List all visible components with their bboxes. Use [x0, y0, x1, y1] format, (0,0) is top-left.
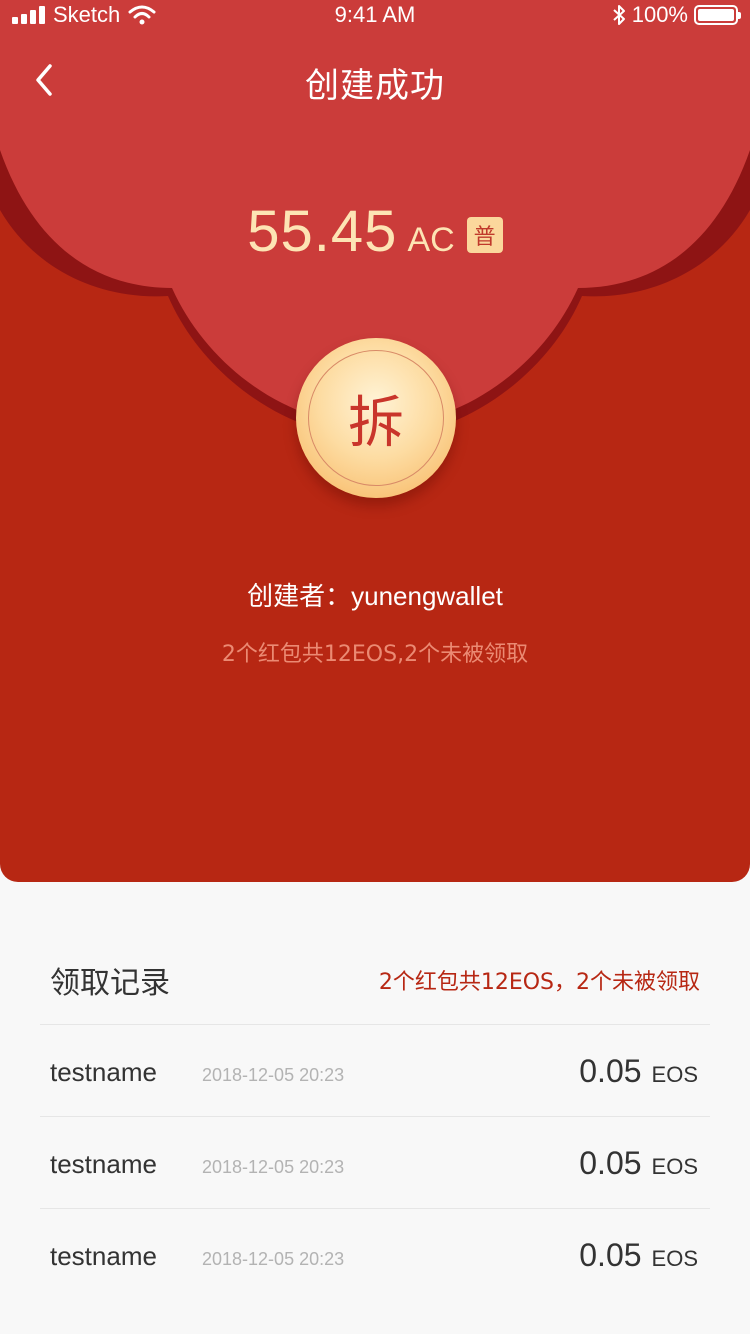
open-envelope-label: 拆 [308, 350, 444, 486]
record-amount-unit: EOS [651, 1246, 698, 1271]
record-time: 2018-12-05 20:23 [202, 1249, 345, 1269]
records-header: 领取记录 2个红包共12EOS，2个未被领取 [40, 882, 710, 1025]
record-amount: 0.05 EOS [579, 1053, 698, 1090]
envelope-summary: 2个红包共12EOS,2个未被领取 [221, 642, 529, 667]
open-envelope-button[interactable]: 拆 [296, 338, 456, 498]
status-bar-right: 100% [612, 2, 741, 28]
record-amount: 0.05 EOS [579, 1237, 698, 1274]
status-bar: Sketch 9:41 AM 100% [0, 0, 750, 32]
records-title: 领取记录 [50, 966, 170, 1001]
list-item: testname 2018-12-05 20:23 0.05 EOS [40, 1209, 710, 1300]
record-name: testname [50, 1241, 157, 1271]
envelope-amount: 55.45 AC 普 [0, 198, 750, 265]
amount-unit: AC [407, 221, 455, 259]
creator-label: 创建者： [247, 582, 352, 612]
creator-name: yunengwallet [351, 581, 503, 611]
record-name: testname [50, 1057, 157, 1087]
page-title: 创建成功 [305, 66, 445, 106]
list-item: testname 2018-12-05 20:23 0.05 EOS [40, 1117, 710, 1209]
record-amount-unit: EOS [651, 1062, 698, 1087]
records-summary: 2个红包共12EOS，2个未被领取 [378, 970, 700, 995]
envelope-type-badge: 普 [466, 216, 503, 253]
battery-icon [694, 5, 741, 25]
record-time: 2018-12-05 20:23 [202, 1065, 345, 1085]
record-amount: 0.05 EOS [579, 1145, 698, 1182]
record-name: testname [50, 1149, 157, 1179]
creator-info: 创建者：yunengwallet [0, 576, 750, 613]
record-amount-value: 0.05 [579, 1145, 642, 1181]
bluetooth-icon [613, 5, 625, 25]
record-time: 2018-12-05 20:23 [202, 1157, 345, 1177]
record-amount-unit: EOS [651, 1154, 698, 1179]
list-item: testname 2018-12-05 20:23 0.05 EOS [40, 1025, 710, 1117]
claim-records: 领取记录 2个红包共12EOS，2个未被领取 testname 2018-12-… [40, 882, 710, 1300]
record-amount-value: 0.05 [579, 1237, 642, 1273]
record-amount-value: 0.05 [579, 1053, 642, 1089]
battery-percent: 100% [631, 2, 688, 27]
red-envelope: Sketch 9:41 AM 100% 创建成功 55.45 AC 普 拆 创建… [0, 0, 750, 882]
amount-value: 55.45 [247, 199, 398, 264]
